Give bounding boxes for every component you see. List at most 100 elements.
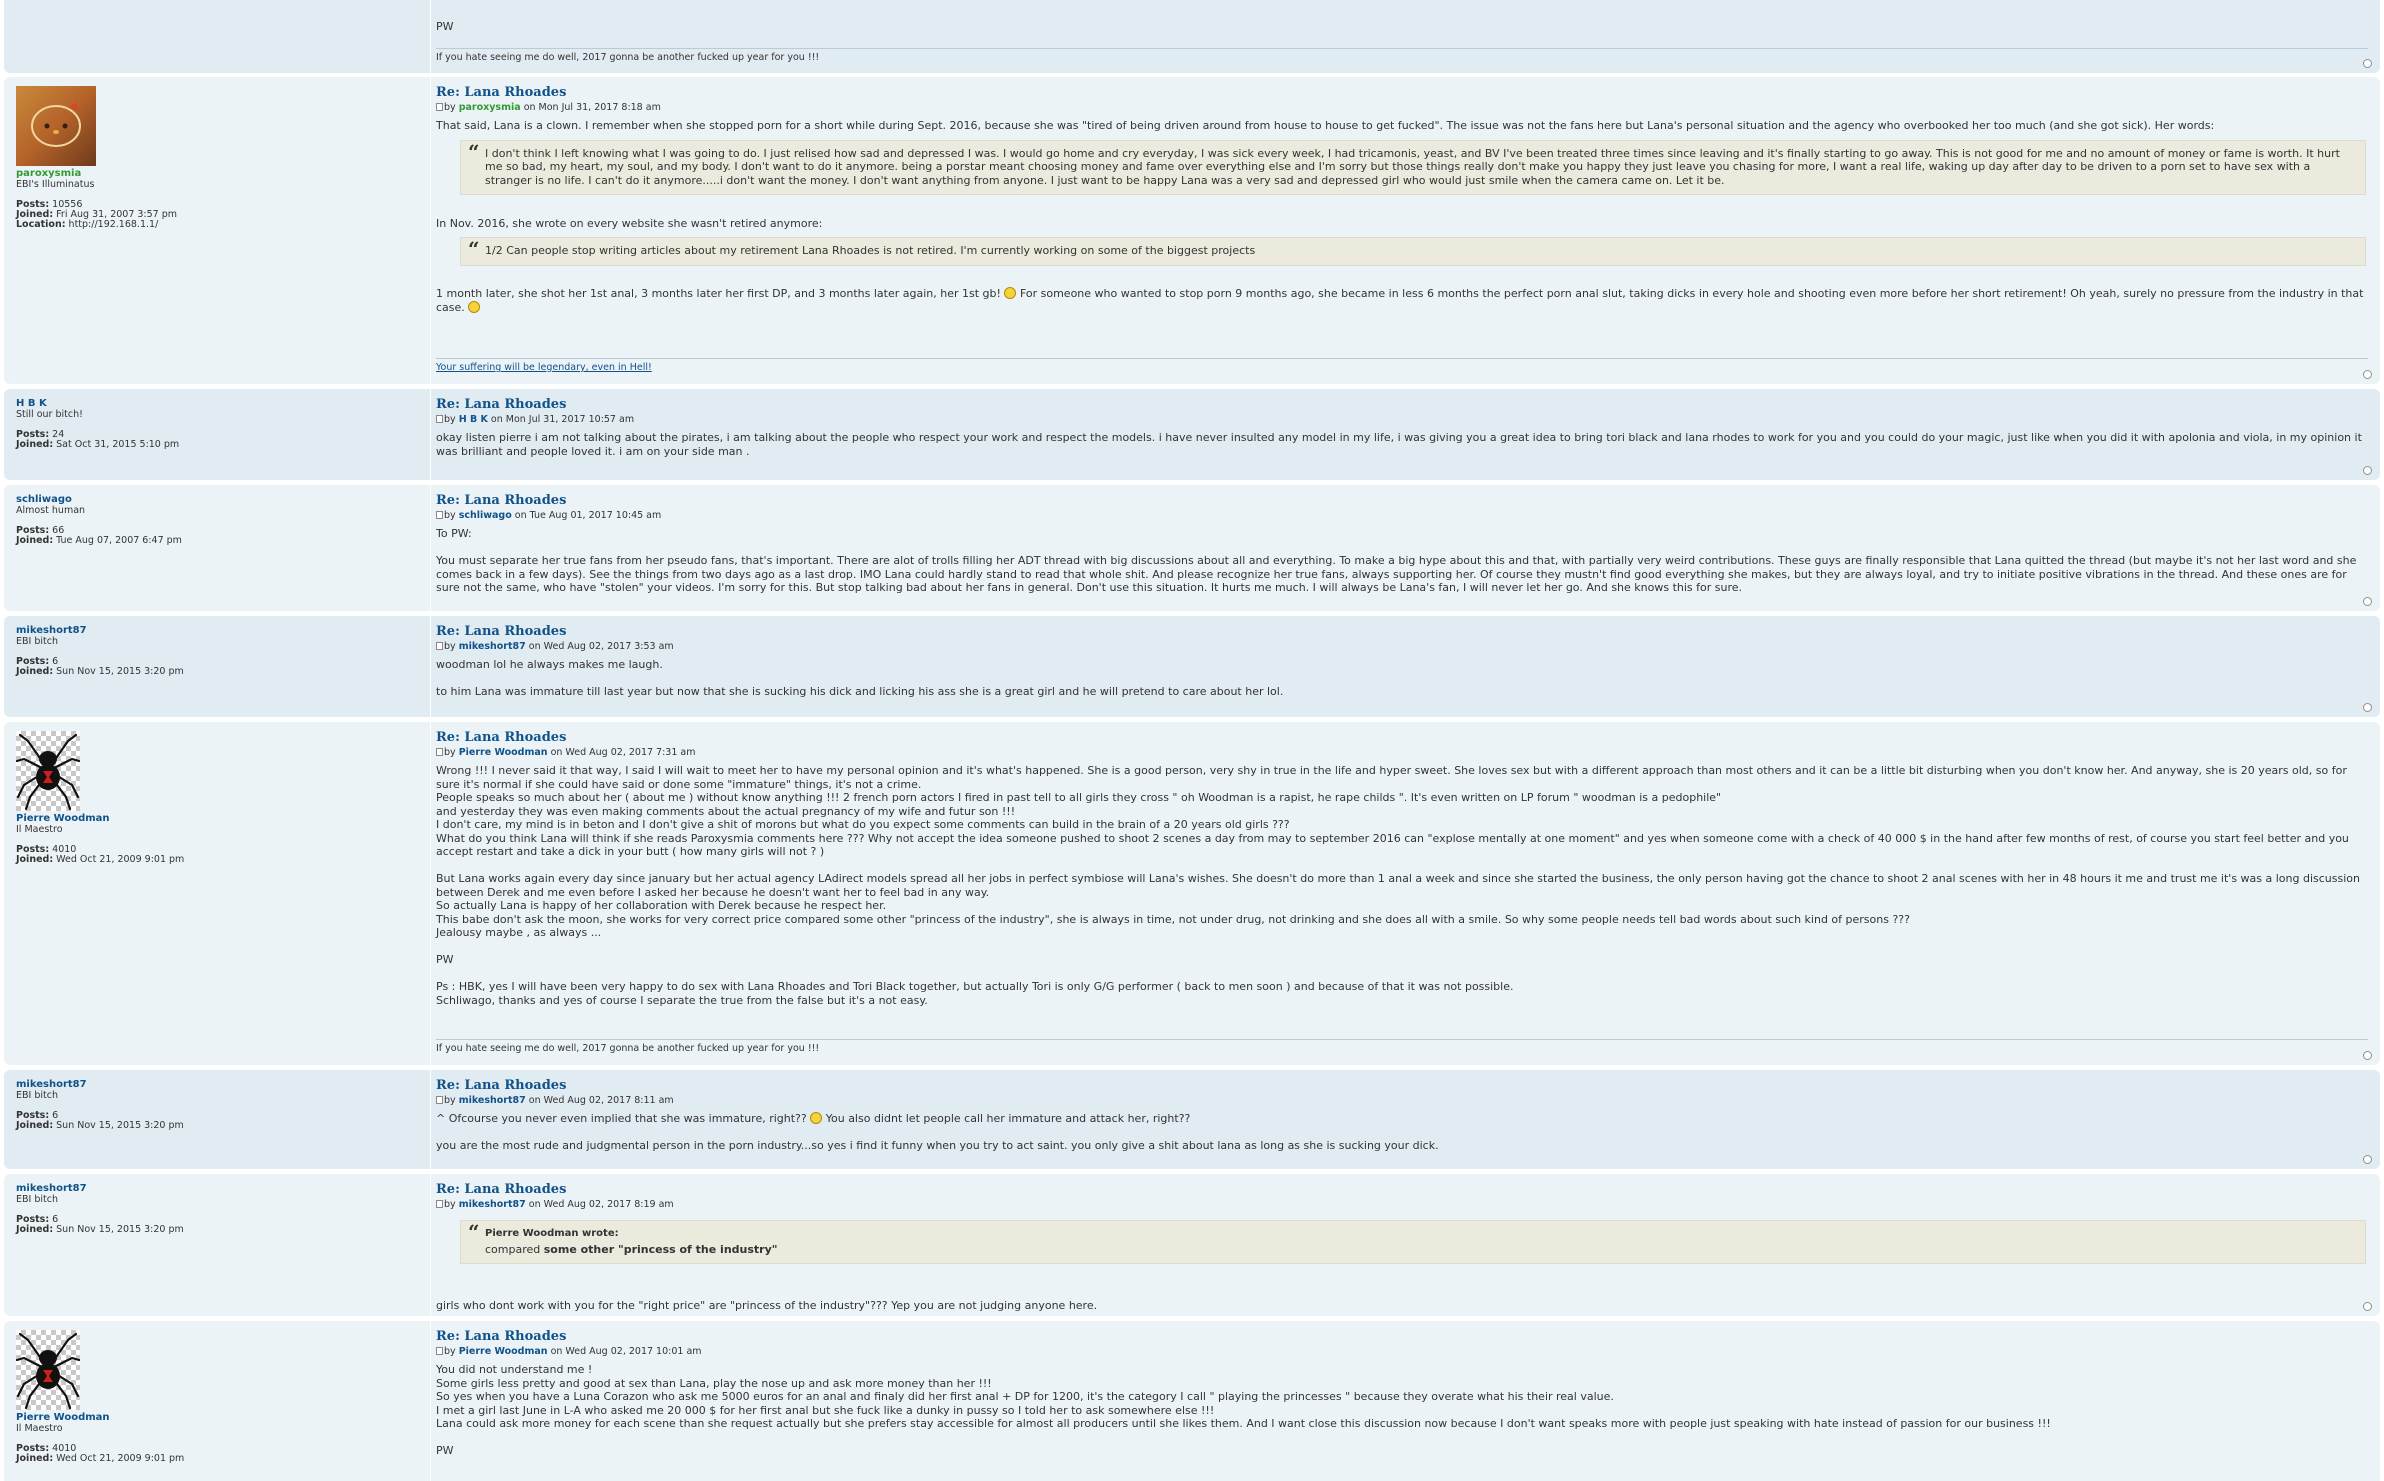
post-author: by paroxysmia on Mon Jul 31, 2017 8:18 a…	[436, 102, 2368, 113]
post-title[interactable]: Re: Lana Rhoades	[436, 1329, 2368, 1344]
smiley-icon	[468, 300, 481, 313]
post-line: Lana could ask more money for each scene…	[436, 1417, 2051, 1430]
back-to-top-icon[interactable]	[2363, 1155, 2372, 1164]
user-rank: Almost human	[16, 505, 86, 516]
back-to-top-icon[interactable]	[2363, 1302, 2372, 1311]
back-to-top-icon[interactable]	[2363, 370, 2372, 379]
avatar[interactable]	[16, 731, 80, 811]
username[interactable]: paroxysmia	[16, 168, 418, 179]
post-icon[interactable]	[436, 1200, 443, 1208]
blockquote: I don't think I left knowing what I was …	[460, 139, 2366, 195]
author-link[interactable]: mikeshort87	[459, 1199, 526, 1210]
post-profile: mikeshort87 EBI bitch Posts: 6 Joined: S…	[4, 616, 431, 717]
post-profile: schliwago Almost human Posts: 66 Joined:…	[4, 485, 431, 611]
smiley-icon	[810, 1112, 823, 1124]
back-to-top-icon[interactable]	[2363, 597, 2372, 606]
post-body: Re: Lana Rhoades by mikeshort87 on Wed A…	[436, 616, 2372, 717]
post-profile: mikeshort87 EBI bitch Posts: 6 Joined: S…	[4, 1174, 431, 1316]
post-text: ^ Ofcourse you never even implied that s…	[436, 1112, 1191, 1125]
username[interactable]: mikeshort87	[16, 1183, 418, 1194]
post-body: Re: Lana Rhoades by H B K on Mon Jul 31,…	[436, 389, 2372, 480]
user-location: Location: http://192.168.1.1/	[16, 219, 159, 230]
author-link[interactable]: mikeshort87	[459, 641, 526, 652]
post-content: woodman lol he always makes me laugh. to…	[436, 658, 2368, 699]
post-title[interactable]: Re: Lana Rhoades	[436, 397, 2368, 412]
post-icon[interactable]	[436, 1096, 443, 1104]
post-title[interactable]: Re: Lana Rhoades	[436, 624, 2368, 639]
post-line: Ps : HBK, yes I will have been very happ…	[436, 980, 1514, 993]
username[interactable]: Pierre Woodman	[16, 1412, 418, 1423]
username[interactable]: Pierre Woodman	[16, 813, 418, 824]
post-body: PW If you hate seeing me do well, 2017 g…	[436, 0, 2372, 73]
post-author: by Pierre Woodman on Wed Aug 02, 2017 10…	[436, 1346, 2368, 1357]
post-author: by schliwago on Tue Aug 01, 2017 10:45 a…	[436, 510, 2368, 521]
post-icon[interactable]	[436, 748, 443, 756]
post-icon[interactable]	[436, 415, 443, 423]
author-link[interactable]: mikeshort87	[459, 1095, 526, 1106]
user-rank: EBI's Illuminatus	[16, 179, 95, 190]
post-content: PW	[436, 20, 454, 34]
topic-board: PW If you hate seeing me do well, 2017 g…	[0, 0, 2384, 1481]
back-to-top-icon[interactable]	[2363, 703, 2372, 712]
quote-text: I don't think I left knowing what I was …	[485, 146, 2340, 187]
post-body: Re: Lana Rhoades by mikeshort87 on Wed A…	[436, 1070, 2372, 1169]
post-icon[interactable]	[436, 642, 443, 650]
post-author: by Pierre Woodman on Wed Aug 02, 2017 7:…	[436, 747, 2368, 758]
post-line: I don't care, my mind is in beton and I …	[436, 818, 1290, 831]
post: Pierre Woodman Il Maestro Posts: 4010 Jo…	[4, 722, 2380, 1065]
signature: If you hate seeing me do well, 2017 gonn…	[436, 48, 2368, 63]
post-title[interactable]: Re: Lana Rhoades	[436, 493, 2368, 508]
author-link[interactable]: H B K	[459, 414, 488, 425]
author-link[interactable]: schliwago	[459, 510, 512, 521]
post-profile: Pierre Woodman Il Maestro Posts: 4010 Jo…	[4, 1321, 431, 1481]
post-content: okay listen pierre i am not talking abou…	[436, 431, 2368, 458]
post-title[interactable]: Re: Lana Rhoades	[436, 1182, 2368, 1197]
post-icon[interactable]	[436, 1347, 443, 1355]
avatar[interactable]	[16, 86, 96, 166]
user-rank: EBI bitch	[16, 636, 58, 647]
post-icon[interactable]	[436, 103, 443, 111]
username[interactable]: mikeshort87	[16, 1079, 418, 1090]
post-title[interactable]: Re: Lana Rhoades	[436, 1078, 2368, 1093]
back-to-top-icon[interactable]	[2363, 466, 2372, 475]
post-body: Re: Lana Rhoades by Pierre Woodman on We…	[436, 722, 2372, 1065]
post-line: What do you think Lana will think if she…	[436, 831, 2349, 859]
signature-text: If you hate seeing me do well, 2017 gonn…	[436, 52, 820, 63]
post-line: Jealousy maybe , as always ...	[436, 926, 602, 939]
post-body: Re: Lana Rhoades by mikeshort87 on Wed A…	[436, 1174, 2372, 1316]
post-line: Some girls less pretty and good at sex t…	[436, 1376, 992, 1390]
post-body: Re: Lana Rhoades by paroxysmia on Mon Ju…	[436, 77, 2372, 384]
post-text: That said, Lana is a clown. I remember w…	[436, 119, 2215, 132]
user-rank: EBI bitch	[16, 1194, 58, 1205]
author-link[interactable]: Pierre Woodman	[459, 1346, 548, 1357]
blockquote: 1/2 Can people stop writing articles abo…	[460, 237, 2366, 266]
post-profile	[4, 0, 431, 73]
username[interactable]: schliwago	[16, 494, 418, 505]
post: mikeshort87 EBI bitch Posts: 6 Joined: S…	[4, 1070, 2380, 1169]
post-content: You did not understand me ! Some girls l…	[436, 1363, 2368, 1458]
quote-text: 1/2 Can people stop writing articles abo…	[485, 244, 1256, 257]
back-to-top-icon[interactable]	[2363, 1051, 2372, 1060]
post-title[interactable]: Re: Lana Rhoades	[436, 730, 2368, 745]
post-line: So actually Lana is happy of her collabo…	[436, 899, 887, 912]
author-link[interactable]: Pierre Woodman	[459, 747, 548, 758]
author-link[interactable]: paroxysmia	[459, 102, 521, 113]
username[interactable]: H B K	[16, 398, 418, 409]
post-text: girls who dont work with you for the "ri…	[436, 1299, 1098, 1312]
post-line: So yes when you have a Luna Corazon who …	[436, 1390, 1614, 1403]
post-title[interactable]: Re: Lana Rhoades	[436, 85, 2368, 100]
post-body: Re: Lana Rhoades by schliwago on Tue Aug…	[436, 485, 2372, 611]
post-author: by mikeshort87 on Wed Aug 02, 2017 3:53 …	[436, 641, 2368, 652]
post-content: ^ Ofcourse you never even implied that s…	[436, 1112, 2368, 1153]
quote-author: Pierre Woodman wrote:	[485, 1228, 619, 1239]
post-icon[interactable]	[436, 511, 443, 519]
signature-link[interactable]: Your suffering will be legendary, even i…	[436, 362, 652, 373]
avatar[interactable]	[16, 1330, 80, 1410]
blockquote: Pierre Woodman wrote: compared some othe…	[460, 1220, 2366, 1264]
user-rank: Il Maestro	[16, 824, 63, 835]
post: mikeshort87 EBI bitch Posts: 6 Joined: S…	[4, 616, 2380, 717]
user-rank: EBI bitch	[16, 1090, 58, 1101]
username[interactable]: mikeshort87	[16, 625, 418, 636]
back-to-top-icon[interactable]	[2363, 59, 2372, 68]
user-joined: Joined: Wed Oct 21, 2009 9:01 pm	[16, 854, 185, 865]
